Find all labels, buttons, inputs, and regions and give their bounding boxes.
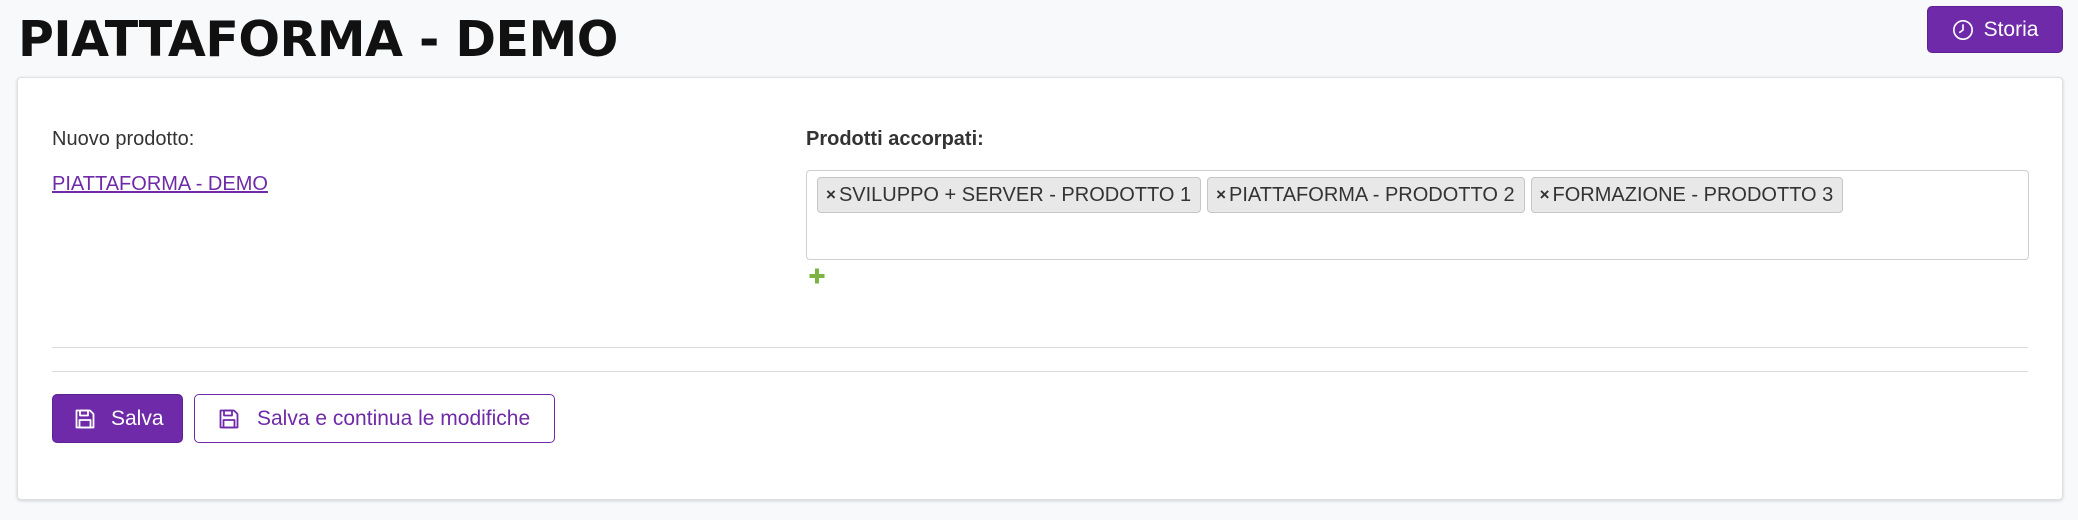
form-actions: Salva Salva e continua le modifiche bbox=[52, 394, 555, 443]
save-button-label: Salva bbox=[111, 406, 164, 430]
floppy-disk-icon bbox=[217, 407, 241, 431]
new-product-link[interactable]: PIATTAFORMA - DEMO bbox=[52, 170, 268, 198]
save-continue-button[interactable]: Salva e continua le modifiche bbox=[194, 394, 555, 443]
tag-label: PIATTAFORMA - PRODOTTO 2 bbox=[1229, 183, 1515, 206]
new-product-section: Nuovo prodotto: PIATTAFORMA - DEMO bbox=[52, 125, 752, 198]
history-button-label: Storia bbox=[1983, 17, 2039, 41]
merged-products-section: Prodotti accorpati: × SVILUPPO + SERVER … bbox=[806, 125, 2030, 289]
product-tag: × FORMAZIONE - PRODOTTO 3 bbox=[1530, 177, 1844, 213]
tag-label: SVILUPPO + SERVER - PRODOTTO 1 bbox=[838, 183, 1192, 206]
tag-remove-icon[interactable]: × bbox=[826, 185, 836, 205]
form-card: Nuovo prodotto: PIATTAFORMA - DEMO Prodo… bbox=[17, 77, 2063, 500]
merged-products-label: Prodotti accorpati: bbox=[806, 128, 984, 150]
divider bbox=[52, 371, 2028, 372]
product-tag: × SVILUPPO + SERVER - PRODOTTO 1 bbox=[817, 177, 1202, 213]
divider bbox=[52, 347, 2028, 348]
clock-icon bbox=[1952, 19, 1974, 41]
save-continue-button-label: Salva e continua le modifiche bbox=[257, 406, 531, 430]
new-product-label: Nuovo prodotto: bbox=[52, 128, 195, 150]
tag-remove-icon[interactable]: × bbox=[1216, 185, 1226, 205]
history-button[interactable]: Storia bbox=[1927, 6, 2063, 53]
floppy-disk-icon bbox=[73, 407, 97, 431]
tag-remove-icon[interactable]: × bbox=[1540, 185, 1550, 205]
page-title: PIATTAFORMA - DEMO bbox=[18, 11, 618, 68]
plus-icon bbox=[809, 268, 825, 288]
merged-products-select[interactable]: × SVILUPPO + SERVER - PRODOTTO 1 × PIATT… bbox=[806, 170, 2029, 260]
add-product-button[interactable] bbox=[806, 267, 828, 289]
tag-label: FORMAZIONE - PRODOTTO 3 bbox=[1552, 183, 1834, 206]
product-tag: × PIATTAFORMA - PRODOTTO 2 bbox=[1207, 177, 1525, 213]
save-button[interactable]: Salva bbox=[52, 394, 183, 443]
